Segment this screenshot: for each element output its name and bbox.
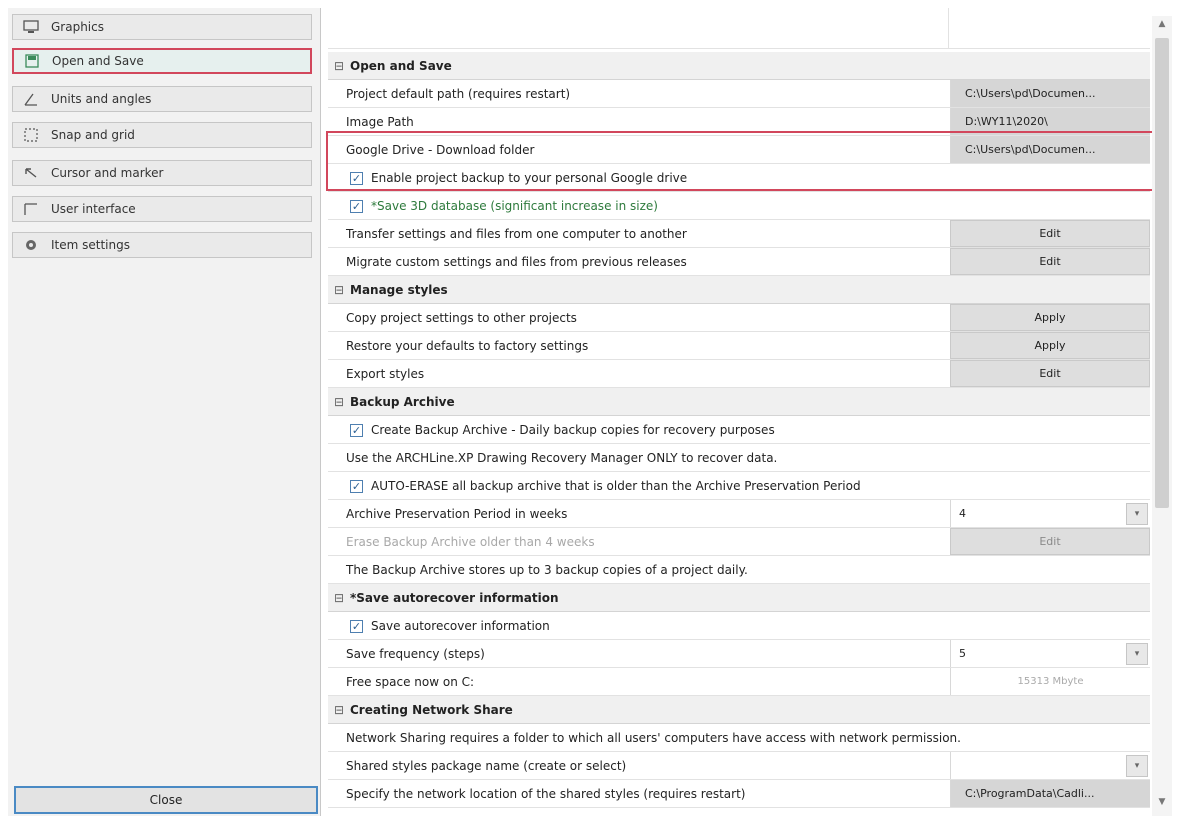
image-path-field[interactable]: D:\WY11\2020\ [950, 108, 1150, 135]
sidebar-item-graphics[interactable]: Graphics [12, 14, 312, 40]
checkbox-checked-icon[interactable]: ✓ [350, 171, 363, 185]
dropdown-arrow-icon[interactable]: ▾ [1126, 754, 1148, 777]
sidebar-item-label: Units and angles [51, 92, 152, 106]
transfer-edit-button[interactable]: Edit [950, 220, 1150, 247]
network-location-field[interactable]: C:\ProgramData\Cadli... [950, 780, 1150, 807]
row-copy-project-settings: Copy project settings to other projects … [328, 304, 1150, 332]
close-button[interactable]: Close [14, 786, 318, 814]
sidebar-item-label: Open and Save [52, 54, 144, 68]
sidebar-item-label: Cursor and marker [51, 166, 164, 180]
row-restore-defaults: Restore your defaults to factory setting… [328, 332, 1150, 360]
sidebar-item-label: Snap and grid [51, 128, 135, 142]
sidebar-item-label: Item settings [51, 238, 130, 252]
scroll-thumb[interactable] [1155, 38, 1169, 508]
collapse-icon[interactable]: ⊟ [334, 283, 346, 297]
row-enable-project-backup[interactable]: ✓ Enable project backup to your personal … [328, 164, 1150, 192]
monitor-icon [23, 20, 39, 34]
row-recovery-note: Use the ARCHLine.XP Drawing Recovery Man… [328, 444, 1150, 472]
row-google-drive-folder: Google Drive - Download folder C:\Users\… [328, 136, 1150, 164]
section-network-share[interactable]: ⊟ Creating Network Share [328, 696, 1150, 724]
copy-settings-apply-button[interactable]: Apply [950, 304, 1150, 331]
shared-package-input[interactable]: ▾ [950, 752, 1150, 779]
row-save-3d-database[interactable]: ✓ *Save 3D database (significant increase… [328, 192, 1150, 220]
project-path-field[interactable]: C:\Users\pd\Documen... [950, 80, 1150, 107]
row-backup-note: The Backup Archive stores up to 3 backup… [328, 556, 1150, 584]
sidebar-item-label: User interface [51, 202, 136, 216]
section-open-and-save[interactable]: ⊟ Open and Save [328, 52, 1150, 80]
scroll-up-icon[interactable]: ▲ [1152, 16, 1172, 32]
free-space-value: 15313 Mbyte [950, 668, 1150, 695]
scroll-down-icon[interactable]: ▼ [1152, 794, 1172, 810]
sidebar-item-user-interface[interactable]: User interface [12, 196, 312, 222]
row-save-autorecover[interactable]: ✓ Save autorecover information [328, 612, 1150, 640]
row-network-location: Specify the network location of the shar… [328, 780, 1150, 808]
google-drive-folder-field[interactable]: C:\Users\pd\Documen... [950, 136, 1150, 163]
migrate-edit-button[interactable]: Edit [950, 248, 1150, 275]
section-backup-archive[interactable]: ⊟ Backup Archive [328, 388, 1150, 416]
row-image-path: Image Path D:\WY11\2020\ [328, 108, 1150, 136]
cursor-icon [23, 166, 39, 180]
folder-save-icon [24, 54, 40, 68]
settings-grid: ⊟ Open and Save Project default path (req… [328, 8, 1150, 816]
section-autorecover[interactable]: ⊟ *Save autorecover information [328, 584, 1150, 612]
dropdown-arrow-icon[interactable]: ▾ [1126, 502, 1148, 525]
sidebar-item-snap-and-grid[interactable]: Snap and grid [12, 122, 312, 148]
row-migrate-settings: Migrate custom settings and files from p… [328, 248, 1150, 276]
grid-icon [23, 128, 39, 142]
row-preservation-period: Archive Preservation Period in weeks 4 ▾ [328, 500, 1150, 528]
restore-defaults-apply-button[interactable]: Apply [950, 332, 1150, 359]
preservation-period-input[interactable]: 4 ▾ [950, 500, 1150, 527]
sidebar-item-cursor-and-marker[interactable]: Cursor and marker [12, 160, 312, 186]
row-free-space: Free space now on C: 15313 Mbyte [328, 668, 1150, 696]
sidebar-item-open-and-save[interactable]: Open and Save [12, 48, 312, 74]
angle-icon [23, 92, 39, 106]
window-icon [23, 202, 39, 216]
row-network-note: Network Sharing requires a folder to whi… [328, 724, 1150, 752]
section-manage-styles[interactable]: ⊟ Manage styles [328, 276, 1150, 304]
checkbox-checked-icon[interactable]: ✓ [350, 619, 363, 633]
row-export-styles: Export styles Edit [328, 360, 1150, 388]
gear-icon [23, 238, 39, 252]
grid-header-strip [328, 8, 1150, 49]
collapse-icon[interactable]: ⊟ [334, 703, 346, 717]
checkbox-checked-icon[interactable]: ✓ [350, 199, 363, 213]
row-create-backup-archive[interactable]: ✓ Create Backup Archive - Daily backup co… [328, 416, 1150, 444]
save-frequency-input[interactable]: 5 ▾ [950, 640, 1150, 667]
row-save-frequency: Save frequency (steps) 5 ▾ [328, 640, 1150, 668]
row-shared-styles-package: Shared styles package name (create or se… [328, 752, 1150, 780]
collapse-icon[interactable]: ⊟ [334, 59, 346, 73]
checkbox-checked-icon[interactable]: ✓ [350, 423, 363, 437]
sidebar-item-item-settings[interactable]: Item settings [12, 232, 312, 258]
settings-category-panel: Graphics Open and Save Units and angles … [8, 8, 321, 816]
dropdown-arrow-icon[interactable]: ▾ [1126, 642, 1148, 665]
sidebar-item-label: Graphics [51, 20, 104, 34]
row-transfer-settings: Transfer settings and files from one com… [328, 220, 1150, 248]
vertical-scrollbar[interactable]: ▲ ▼ [1152, 16, 1172, 816]
export-styles-edit-button[interactable]: Edit [950, 360, 1150, 387]
sidebar-item-units-and-angles[interactable]: Units and angles [12, 86, 312, 112]
erase-archive-edit-button[interactable]: Edit [950, 528, 1150, 555]
collapse-icon[interactable]: ⊟ [334, 395, 346, 409]
collapse-icon[interactable]: ⊟ [334, 591, 346, 605]
row-project-default-path: Project default path (requires restart) … [328, 80, 1150, 108]
checkbox-checked-icon[interactable]: ✓ [350, 479, 363, 493]
row-auto-erase[interactable]: ✓ AUTO-ERASE all backup archive that is o… [328, 472, 1150, 500]
row-erase-older-archive: Erase Backup Archive older than 4 weeks … [328, 528, 1150, 556]
